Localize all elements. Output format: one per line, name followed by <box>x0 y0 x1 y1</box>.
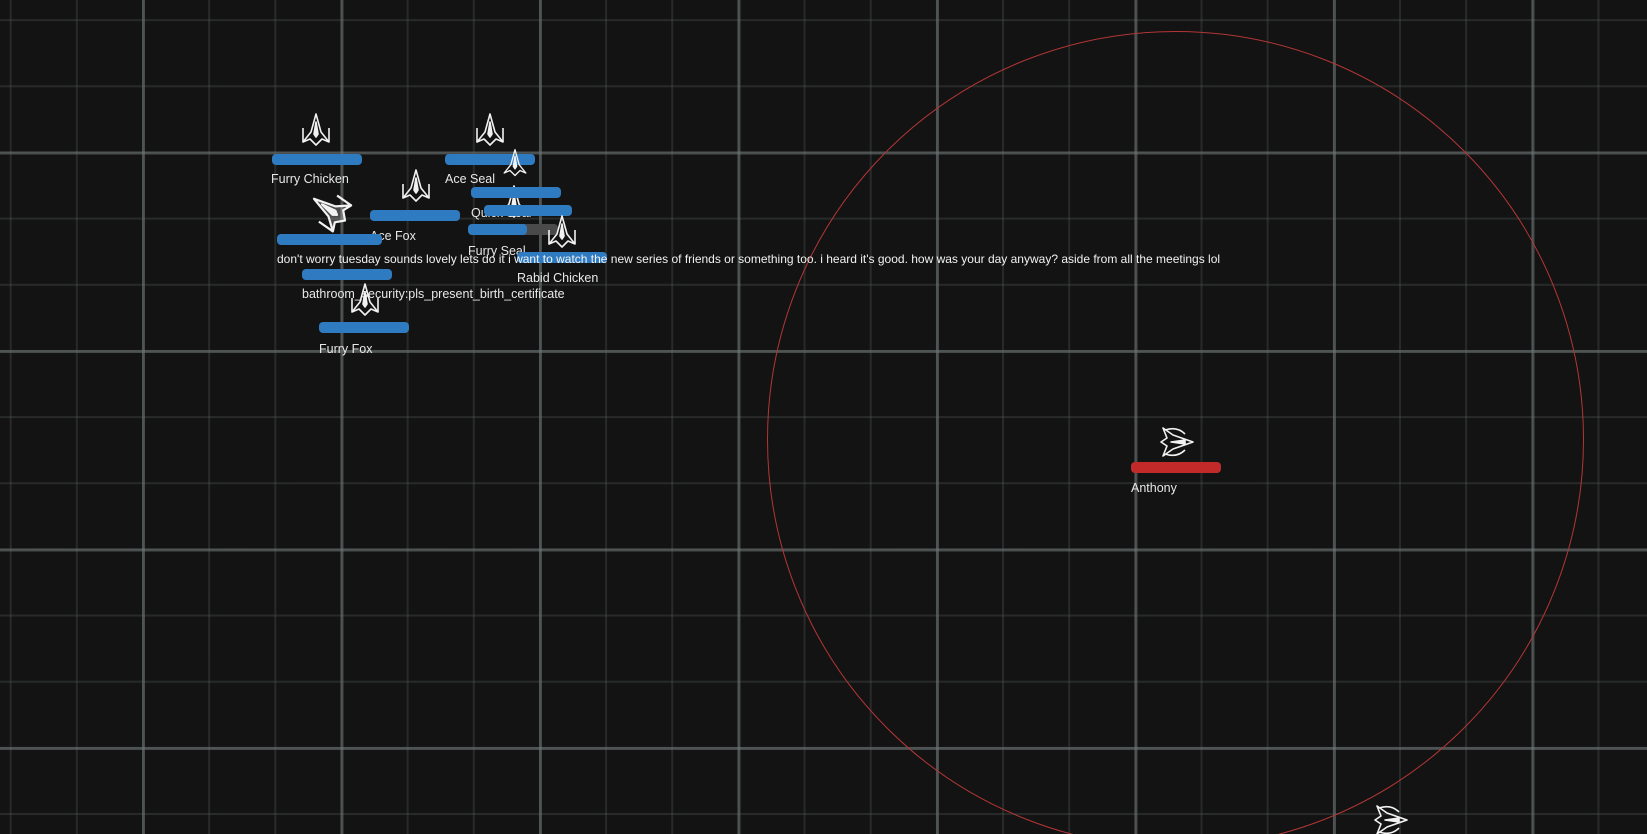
player-health-bar-fill <box>1131 462 1221 473</box>
health-bar <box>471 187 561 198</box>
fighter-ship-icon[interactable] <box>544 214 580 250</box>
player-ship-icon[interactable] <box>1157 422 1197 462</box>
health-bar-fill <box>302 269 392 280</box>
player-name-label: Furry Fox <box>319 342 373 356</box>
fighter-ship-icon[interactable] <box>299 179 360 240</box>
health-bar <box>319 322 409 333</box>
health-bar-fill <box>272 154 362 165</box>
fighter-ship-icon[interactable] <box>398 168 434 204</box>
health-bar-fill <box>277 234 382 245</box>
health-bar-fill <box>471 187 561 198</box>
fighter-ship-icon[interactable] <box>472 112 508 148</box>
player-name-label: Ace Seal <box>445 172 496 186</box>
fighter-ship-icon[interactable] <box>500 148 530 178</box>
game-canvas[interactable]: Furry Chicken Ace Seal Ace Fox Furry Sea… <box>0 0 1647 834</box>
fighter-ship-icon[interactable] <box>298 112 334 148</box>
player-ship-icon[interactable] <box>1371 800 1411 834</box>
chat-message: don't worry tuesday sounds lovely lets d… <box>277 252 1221 266</box>
health-bar <box>277 234 382 245</box>
player-name-label: Anthony <box>1131 481 1177 495</box>
fighter-ship-icon[interactable] <box>347 282 383 318</box>
health-bar <box>302 269 392 280</box>
player-name-label: bathroom_security:pls_present_birth_cert… <box>302 287 565 301</box>
health-bar <box>370 210 460 221</box>
health-bar-fill <box>319 322 409 333</box>
health-bar-fill <box>468 224 527 235</box>
health-bar-fill <box>370 210 460 221</box>
player-name-label: Furry Chicken <box>271 172 349 186</box>
player-health-bar <box>1131 462 1221 473</box>
health-bar <box>272 154 362 165</box>
player-name-label: Rabid Chicken <box>517 271 599 285</box>
